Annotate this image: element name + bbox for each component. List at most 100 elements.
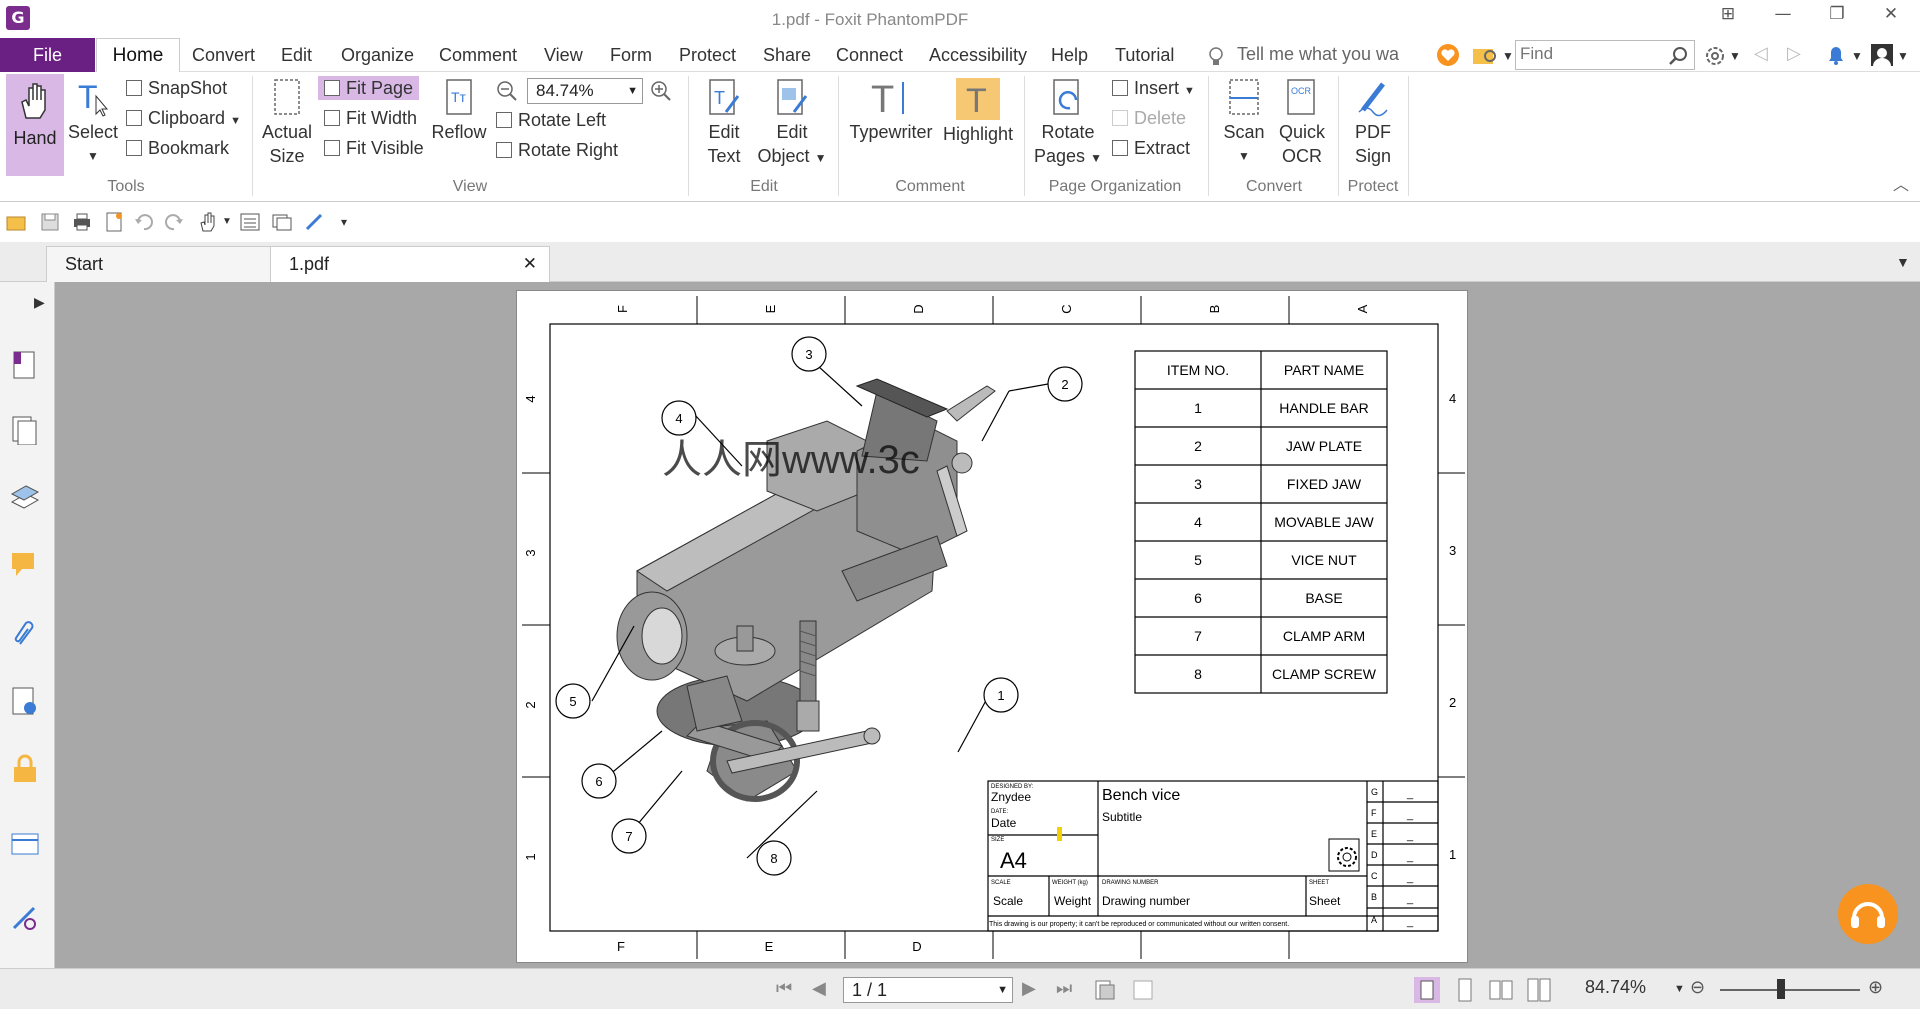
- tab-edit[interactable]: Edit: [281, 45, 312, 66]
- hand-tool-button[interactable]: Hand: [6, 74, 64, 176]
- previous-page-icon[interactable]: ◀: [812, 976, 826, 1000]
- scan-button[interactable]: Scan ▼: [1214, 78, 1274, 168]
- pencil-icon[interactable]: [304, 212, 324, 232]
- rotate-right-button[interactable]: Rotate Right: [496, 138, 618, 162]
- zoom-slider-thumb[interactable]: [1777, 979, 1785, 999]
- expand-nav-chevron-icon[interactable]: ▶: [34, 290, 45, 314]
- zoom-level-input[interactable]: 84.74% ▼: [527, 78, 643, 104]
- snapshot-button[interactable]: SnapShot: [126, 76, 227, 100]
- insert-dropdown-chevron-icon[interactable]: ▼: [1184, 85, 1195, 97]
- heart-icon[interactable]: [1436, 43, 1460, 67]
- tab-view[interactable]: View: [544, 45, 583, 66]
- save-icon[interactable]: [40, 212, 60, 232]
- facing-layout-icon[interactable]: [1488, 977, 1514, 1003]
- zoom-slider-track[interactable]: [1720, 989, 1860, 991]
- bookmarks-panel-icon[interactable]: [10, 350, 40, 380]
- first-page-icon[interactable]: ⏮: [776, 976, 792, 1000]
- new-document-icon[interactable]: [104, 212, 124, 232]
- find-dropdown-chevron-icon[interactable]: ▼: [1502, 44, 1514, 68]
- customize-toolbar-chevron-icon[interactable]: ▾: [341, 212, 347, 232]
- edit-text-button[interactable]: T Edit Text: [694, 78, 754, 168]
- select-tool-button[interactable]: T Select ▼: [66, 78, 120, 168]
- tab-document-1pdf[interactable]: 1.pdf ✕: [270, 246, 550, 282]
- find-box[interactable]: [1515, 40, 1695, 70]
- page-thumbnails-icon[interactable]: [10, 415, 40, 445]
- tab-list-chevron-icon[interactable]: ▼: [1896, 250, 1910, 274]
- attachments-icon[interactable]: [10, 618, 40, 648]
- highlight-button[interactable]: T Highlight: [940, 78, 1016, 146]
- edit-object-dropdown-chevron-icon[interactable]: ▼: [815, 151, 827, 165]
- print-icon[interactable]: [72, 212, 92, 232]
- settings-dropdown-chevron-icon[interactable]: ▼: [1729, 44, 1741, 68]
- rotate-pages-dropdown-chevron-icon[interactable]: ▼: [1090, 151, 1102, 165]
- fit-page-view-icon[interactable]: [1094, 979, 1116, 1001]
- tab-home[interactable]: Home: [96, 38, 180, 73]
- page-dropdown-chevron-icon[interactable]: ▼: [997, 978, 1008, 1002]
- undo-icon[interactable]: [134, 212, 154, 232]
- rotate-left-button[interactable]: Rotate Left: [496, 108, 606, 132]
- zoom-dropdown-chevron-icon[interactable]: ▼: [627, 79, 638, 103]
- bookmark-button[interactable]: Bookmark: [126, 136, 229, 160]
- fit-page-button[interactable]: Fit Page: [318, 76, 420, 100]
- tab-help[interactable]: Help: [1051, 45, 1088, 66]
- close-tab-icon[interactable]: ✕: [523, 247, 537, 281]
- page-number-input[interactable]: 1 / 1 ▼: [843, 977, 1013, 1003]
- next-page-icon[interactable]: ▶: [1022, 976, 1036, 1000]
- last-page-icon[interactable]: ⏭: [1056, 976, 1072, 1000]
- tab-organize[interactable]: Organize: [341, 45, 414, 66]
- zoom-in-button[interactable]: ⊕: [1868, 975, 1883, 999]
- insert-pages-button[interactable]: Insert ▼: [1112, 76, 1195, 103]
- find-input[interactable]: [1516, 41, 1656, 67]
- minimize-button[interactable]: —: [1768, 4, 1798, 24]
- notification-dropdown-chevron-icon[interactable]: ▼: [1851, 44, 1863, 68]
- content-panel-icon[interactable]: [10, 830, 40, 860]
- comments-panel-icon[interactable]: [10, 550, 40, 580]
- fit-width-button[interactable]: Fit Width: [324, 106, 417, 130]
- pdf-sign-button[interactable]: PDF Sign: [1344, 78, 1402, 168]
- extract-pages-button[interactable]: Extract: [1112, 136, 1190, 160]
- signatures-panel-icon[interactable]: [10, 686, 40, 716]
- edit-object-button[interactable]: Edit Object ▼: [756, 78, 828, 170]
- user-dropdown-chevron-icon[interactable]: ▼: [1897, 44, 1909, 68]
- delete-pages-button[interactable]: Delete: [1112, 106, 1186, 130]
- layers-icon[interactable]: [10, 482, 40, 512]
- typewriter-button[interactable]: T Typewriter: [846, 78, 936, 144]
- tab-accessibility[interactable]: Accessibility: [929, 45, 1027, 66]
- bell-icon[interactable]: [1824, 43, 1848, 67]
- tab-start[interactable]: Start: [46, 246, 274, 282]
- tab-form[interactable]: Form: [610, 45, 652, 66]
- tab-protect[interactable]: Protect: [679, 45, 736, 66]
- support-chat-button[interactable]: [1838, 884, 1898, 944]
- gear-icon[interactable]: [1703, 44, 1727, 68]
- clipboard-dropdown-chevron-icon[interactable]: ▼: [230, 115, 241, 127]
- clipboard-button[interactable]: Clipboard ▼: [126, 106, 241, 133]
- restore-button[interactable]: ❐: [1822, 4, 1852, 24]
- user-avatar-icon[interactable]: [1870, 43, 1894, 67]
- single-page-layout-icon[interactable]: [1414, 977, 1440, 1003]
- continuous-layout-icon[interactable]: [1452, 977, 1478, 1003]
- folder-search-icon[interactable]: [1472, 44, 1498, 66]
- comments-list-icon[interactable]: [272, 212, 292, 232]
- zoom-in-icon[interactable]: [650, 80, 672, 102]
- tab-convert[interactable]: Convert: [192, 45, 255, 66]
- form-fields-icon[interactable]: [240, 212, 260, 232]
- hand-select-icon[interactable]: [198, 212, 218, 232]
- zoom-out-button[interactable]: ⊖: [1690, 975, 1705, 999]
- collapse-ribbon-chevron-icon[interactable]: ︿: [1893, 174, 1909, 198]
- file-menu-button[interactable]: File: [0, 38, 95, 72]
- open-folder-icon[interactable]: [6, 212, 26, 232]
- actual-size-button[interactable]: Actual Size: [258, 78, 316, 168]
- search-icon[interactable]: [1668, 46, 1688, 66]
- forward-arrow-icon[interactable]: ▷: [1787, 41, 1801, 65]
- fit-visible-button[interactable]: Fit Visible: [324, 136, 424, 160]
- scan-dropdown-chevron-icon[interactable]: ▼: [1214, 144, 1274, 168]
- tab-tutorial[interactable]: Tutorial: [1115, 45, 1174, 66]
- tools-wrench-icon[interactable]: [10, 902, 40, 932]
- tab-comment[interactable]: Comment: [439, 45, 517, 66]
- tell-me-input[interactable]: Tell me what you wa: [1237, 44, 1427, 65]
- pdf-page[interactable]: F E D C B A F E D 4 3 2 1 4 3 2 1 人人网www…: [516, 290, 1468, 963]
- status-zoom-dropdown-chevron-icon[interactable]: ▼: [1674, 977, 1685, 1001]
- fit-width-view-icon[interactable]: [1132, 979, 1154, 1001]
- rotate-pages-button[interactable]: Rotate Pages ▼: [1032, 78, 1104, 170]
- redo-icon[interactable]: [164, 212, 184, 232]
